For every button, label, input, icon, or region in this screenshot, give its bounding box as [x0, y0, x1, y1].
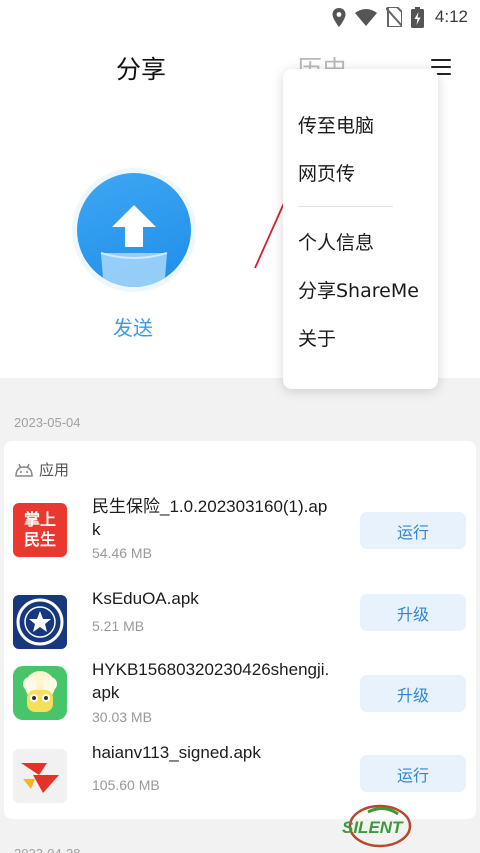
upgrade-button[interactable]: 升级: [360, 594, 466, 631]
tab-share[interactable]: 分享: [116, 50, 166, 86]
app-name: KsEduOA.apk: [92, 589, 199, 608]
overflow-menu: 传至电脑 网页传 个人信息 分享ShareMe 关于: [283, 69, 438, 389]
list-item[interactable]: KsEduOA.apk 5.21 MB 升级: [4, 587, 476, 659]
app-name: haianv113_signed.apk: [92, 743, 261, 762]
app-icon-text: 民生: [23, 530, 56, 549]
battery-charging-icon: [410, 6, 424, 28]
status-bar: 4:12: [0, 0, 480, 34]
menu-item-about[interactable]: 关于: [298, 324, 336, 351]
transfer-card: 应用 掌上 民生 民生保险_1.0.202303160(1).apk 54.46…: [4, 441, 476, 819]
send-button[interactable]: [72, 168, 196, 292]
app-name: HYKB15680320230426shengji.apk: [92, 660, 330, 702]
wifi-icon: [354, 8, 377, 26]
run-button[interactable]: 运行: [360, 755, 466, 792]
menu-item-share-shareme[interactable]: 分享ShareMe: [298, 276, 419, 303]
watermark-text: SILENT: [342, 818, 404, 837]
status-icons: 4:12: [332, 6, 468, 28]
status-time: 4:12: [434, 7, 468, 26]
app-size: 5.21 MB: [92, 618, 145, 634]
list-item[interactable]: 掌上 民生 民生保险_1.0.202303160(1).apk 54.46 MB…: [4, 495, 476, 567]
menu-item-transfer-to-pc[interactable]: 传至电脑: [298, 111, 374, 138]
app-name: 民生保险_1.0.202303160(1).apk: [92, 497, 328, 539]
app-size: 30.03 MB: [92, 709, 152, 725]
app-size: 54.46 MB: [92, 545, 152, 561]
app-icon-ksedu: [13, 595, 67, 649]
no-sim-icon: [385, 7, 402, 27]
school-emblem-icon: [16, 598, 64, 646]
menu-divider: [298, 206, 393, 207]
app-icon-hykb: [13, 666, 67, 720]
location-icon: [332, 7, 346, 27]
mascot-icon: [23, 671, 57, 712]
send-label[interactable]: 发送: [113, 312, 153, 341]
run-button[interactable]: 运行: [360, 512, 466, 549]
menu-item-personal-info[interactable]: 个人信息: [298, 228, 374, 255]
app-icon-minsheng: 掌上 民生: [13, 503, 67, 557]
list-item[interactable]: HYKB15680320230426shengji.apk 30.03 MB 升…: [4, 658, 476, 730]
upgrade-button[interactable]: 升级: [360, 675, 466, 712]
date-label: 2023-04-28: [14, 846, 81, 853]
send-circle: [77, 173, 191, 287]
menu-item-web-transfer[interactable]: 网页传: [298, 159, 355, 186]
section-title: 应用: [39, 461, 70, 479]
silent-watermark-logo: SILENT: [342, 804, 412, 848]
upload-folder-icon: [100, 205, 168, 287]
play-logo-icon: [21, 763, 59, 793]
app-size: 105.60 MB: [92, 777, 160, 793]
app-icon-text: 掌上: [23, 510, 56, 529]
date-label: 2023-05-04: [14, 415, 81, 430]
app-icon-haian: [13, 749, 67, 803]
android-icon: [15, 463, 33, 477]
section-header: 应用: [15, 459, 69, 480]
